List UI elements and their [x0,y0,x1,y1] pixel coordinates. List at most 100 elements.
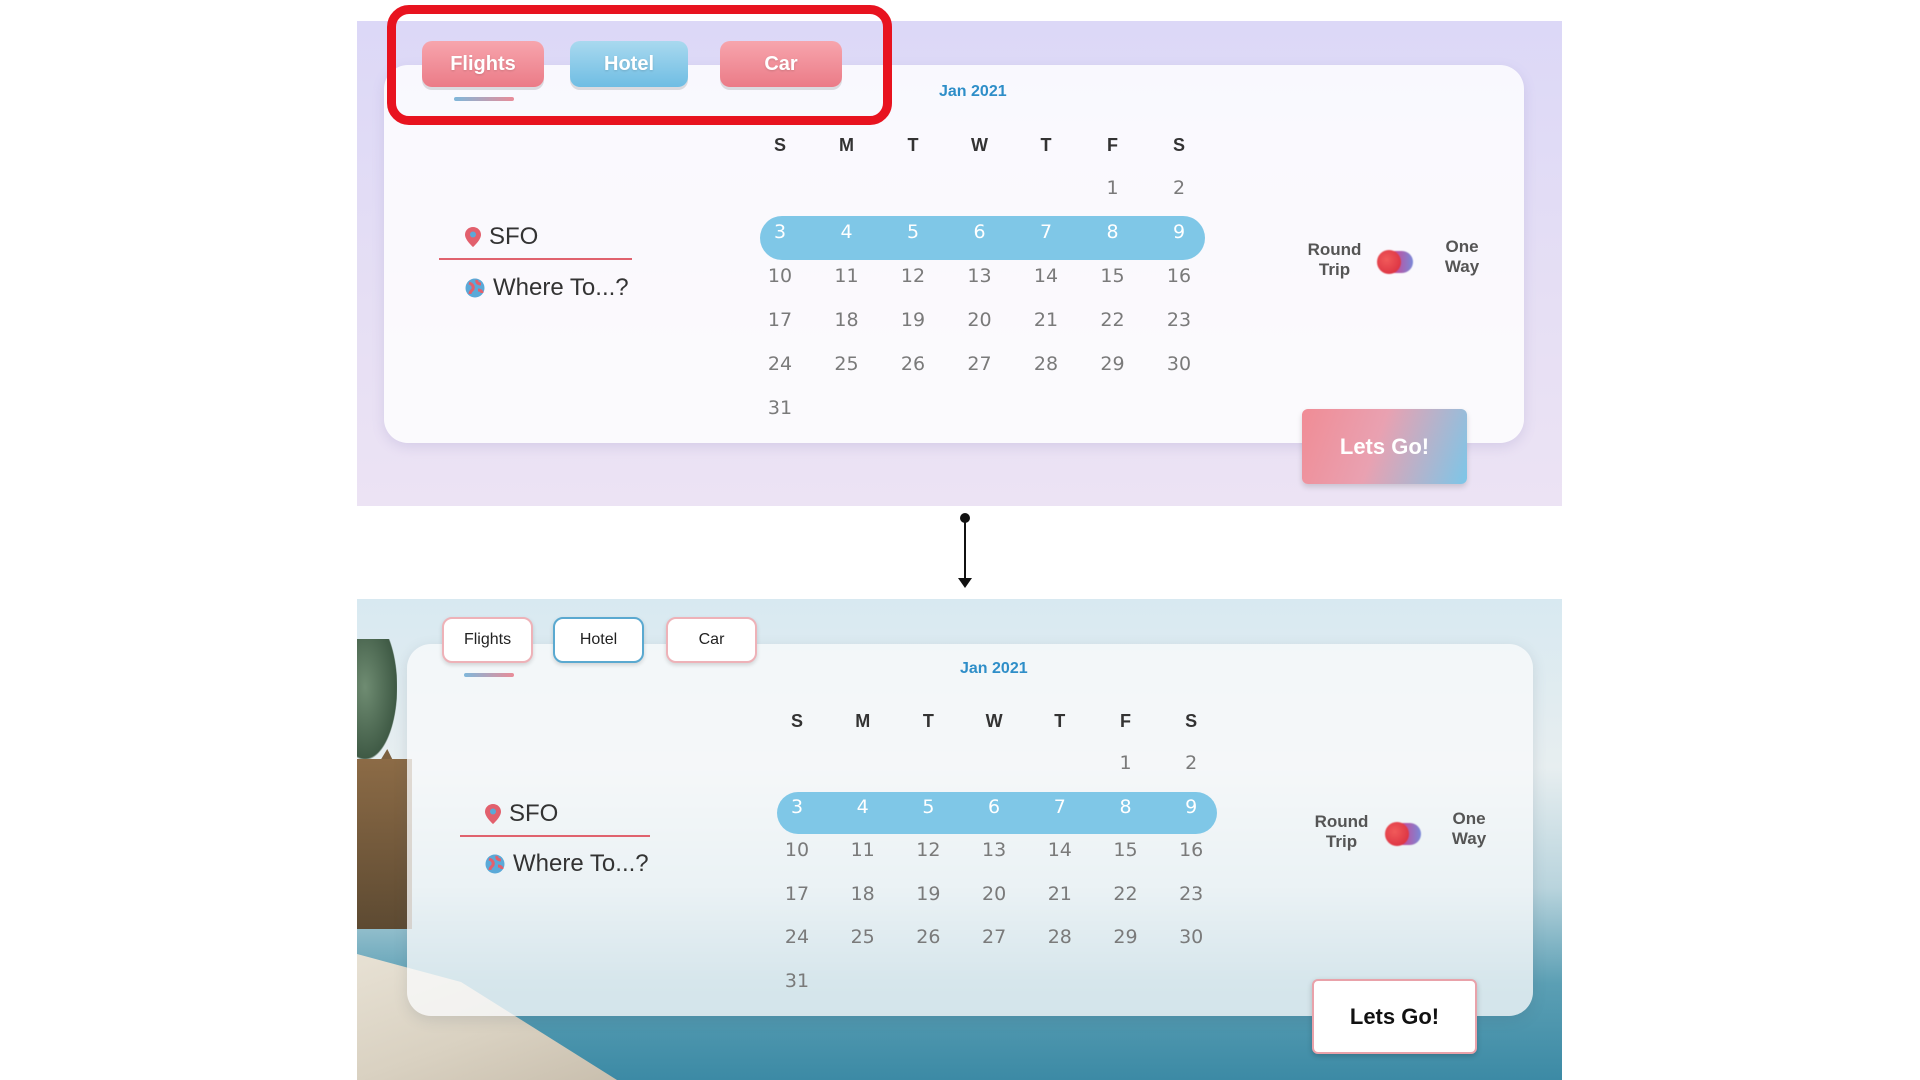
calendar-day[interactable]: 27 [960,353,1000,375]
calendar-day[interactable]: 12 [908,839,948,861]
one-way-label: One Way [1451,809,1487,848]
calendar-day[interactable]: 17 [760,309,800,331]
calendar-day[interactable]: 9 [1171,796,1211,818]
calendar-day[interactable]: 11 [843,839,883,861]
calendar-day[interactable]: 16 [1159,265,1199,287]
origin-underline [460,835,650,837]
calendar-day[interactable]: 19 [893,309,933,331]
highlight-box [387,5,892,125]
weekday-header: M [855,711,871,731]
calendar-day[interactable]: 21 [1026,309,1066,331]
calendar-day[interactable]: 25 [843,926,883,948]
calendar-day[interactable]: 19 [908,883,948,905]
calendar-day[interactable]: 1 [1106,752,1146,774]
tab-car[interactable]: Car [666,617,757,663]
calendar-day[interactable]: 6 [974,796,1014,818]
destination-input[interactable]: Where To...? [513,850,649,878]
calendar-day[interactable]: 24 [760,353,800,375]
calendar-day[interactable]: 5 [893,221,933,243]
tab-hotel[interactable]: Hotel [553,617,644,663]
calendar-day[interactable]: 22 [1093,309,1133,331]
calendar-day[interactable]: 30 [1171,926,1211,948]
palm-tree [357,639,397,759]
calendar-day[interactable]: 28 [1026,353,1066,375]
calendar-day[interactable]: 14 [1026,265,1066,287]
calendar-day[interactable]: 15 [1106,839,1146,861]
calendar-day[interactable]: 23 [1171,883,1211,905]
calendar-day[interactable]: 13 [960,265,1000,287]
calendar-day[interactable]: 27 [974,926,1014,948]
calendar-day[interactable]: 24 [777,926,817,948]
trip-type-toggle[interactable] [1377,250,1413,274]
calendar-day[interactable]: 11 [827,265,867,287]
round-trip-label: Round Trip [1307,240,1362,279]
calendar-day[interactable]: 31 [777,970,817,992]
calendar-day[interactable]: 9 [1159,221,1199,243]
calendar-day[interactable]: 20 [974,883,1014,905]
calendar-day[interactable]: 26 [893,353,933,375]
weekday-header: T [907,135,919,155]
round-trip-label: Round Trip [1314,812,1369,851]
calendar-day[interactable]: 16 [1171,839,1211,861]
destination-field[interactable]: Where To...? [465,274,629,302]
calendar-day[interactable]: 28 [1040,926,1080,948]
calendar-day[interactable]: 20 [960,309,1000,331]
destination-input[interactable]: Where To...? [493,274,629,302]
calendar-day[interactable]: 18 [827,309,867,331]
calendar-day[interactable]: 15 [1093,265,1133,287]
calendar-day[interactable]: 10 [760,265,800,287]
calendar-day[interactable]: 10 [777,839,817,861]
calendar-month-label: Jan 2021 [939,83,1007,100]
weekday-header: T [1054,711,1066,731]
calendar-day[interactable]: 26 [908,926,948,948]
weekday-header: T [1040,135,1052,155]
weekday-header: W [985,711,1003,731]
weekday-header: F [1107,135,1118,155]
origin-field[interactable]: SFO [485,800,558,828]
calendar-day[interactable]: 25 [827,353,867,375]
calendar-day[interactable]: 8 [1106,796,1146,818]
calendar-day[interactable]: 7 [1026,221,1066,243]
weekday-header: S [1185,711,1198,731]
calendar-day[interactable]: 4 [827,221,867,243]
origin-field[interactable]: SFO [465,223,538,251]
mockup-after: Flights Hotel Car Jan 2021 SFO Where To.… [357,599,1562,1080]
calendar-day[interactable]: 3 [777,796,817,818]
calendar-day[interactable]: 21 [1040,883,1080,905]
weekday-header: W [971,135,988,155]
calendar-day[interactable]: 1 [1093,177,1133,199]
calendar-day[interactable]: 7 [1040,796,1080,818]
globe-icon [465,278,485,298]
weekday-header: F [1120,711,1131,731]
calendar-day[interactable]: 17 [777,883,817,905]
calendar-day[interactable]: 6 [960,221,1000,243]
lets-go-button[interactable]: Lets Go! [1302,409,1467,484]
calendar-day[interactable]: 8 [1093,221,1133,243]
calendar-day[interactable]: 31 [760,397,800,419]
destination-field[interactable]: Where To...? [485,850,649,878]
lets-go-button[interactable]: Lets Go! [1312,979,1477,1054]
weekday-header: S [790,711,803,731]
calendar-day[interactable]: 12 [893,265,933,287]
calendar-day[interactable]: 30 [1159,353,1199,375]
transition-arrow [964,518,966,583]
one-way-label: One Way [1444,237,1480,276]
calendar-day[interactable]: 29 [1093,353,1133,375]
tab-flights[interactable]: Flights [442,617,533,663]
calendar-day[interactable]: 14 [1040,839,1080,861]
calendar-day[interactable]: 18 [843,883,883,905]
calendar-day[interactable]: 22 [1106,883,1146,905]
calendar-day[interactable]: 4 [843,796,883,818]
calendar-day[interactable]: 2 [1159,177,1199,199]
calendar-day[interactable]: 29 [1106,926,1146,948]
origin-value: SFO [509,800,559,827]
weekday-header: T [922,711,934,731]
trip-type-toggle[interactable] [1385,822,1421,846]
calendar-day[interactable]: 13 [974,839,1014,861]
origin-value: SFO [489,223,539,250]
calendar-day[interactable]: 5 [908,796,948,818]
calendar-day[interactable]: 3 [760,221,800,243]
origin-underline [439,258,632,260]
calendar-day[interactable]: 2 [1171,752,1211,774]
calendar-day[interactable]: 23 [1159,309,1199,331]
